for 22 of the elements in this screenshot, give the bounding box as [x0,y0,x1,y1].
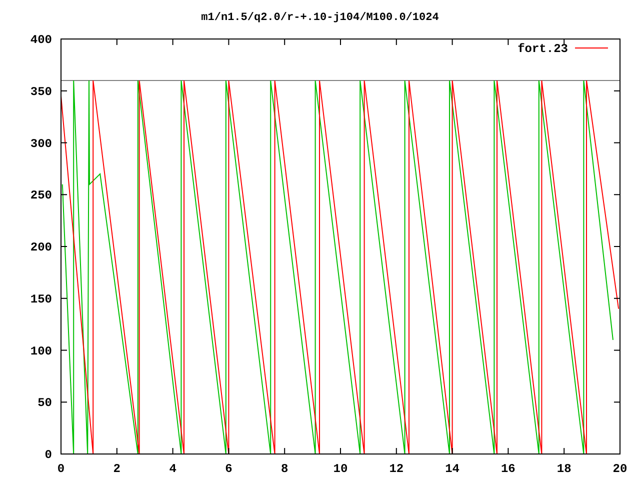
y-tick-label: 350 [30,84,52,99]
x-tick-label: 14 [445,462,460,476]
x-tick-label: 8 [281,462,288,476]
x-tick-label: 18 [556,462,572,476]
x-tick-label: 0 [57,462,65,476]
y-tick-label: 400 [30,33,52,47]
x-tick-label: 12 [389,462,404,476]
y-tick-label: 250 [30,188,52,203]
x-tick-label: 6 [225,462,232,476]
x-tick-label: 10 [333,462,348,476]
x-tick-label: 20 [612,462,628,476]
y-tick-label: 50 [38,396,52,410]
y-tick-label: 300 [30,136,52,151]
y-tick-label: 100 [30,344,52,358]
y-tick-label: 150 [30,292,52,306]
legend-label: fort.23 [518,42,568,56]
x-tick-label: 4 [169,462,176,476]
y-tick-label: 200 [30,240,52,254]
x-tick-label: 16 [501,462,516,476]
chart-title: m1/n1.5/q2.0/r-+.10-j104/M100.0/1024 [201,10,439,26]
y-tick-label: 0 [44,448,52,462]
x-tick-label: 2 [113,462,120,476]
